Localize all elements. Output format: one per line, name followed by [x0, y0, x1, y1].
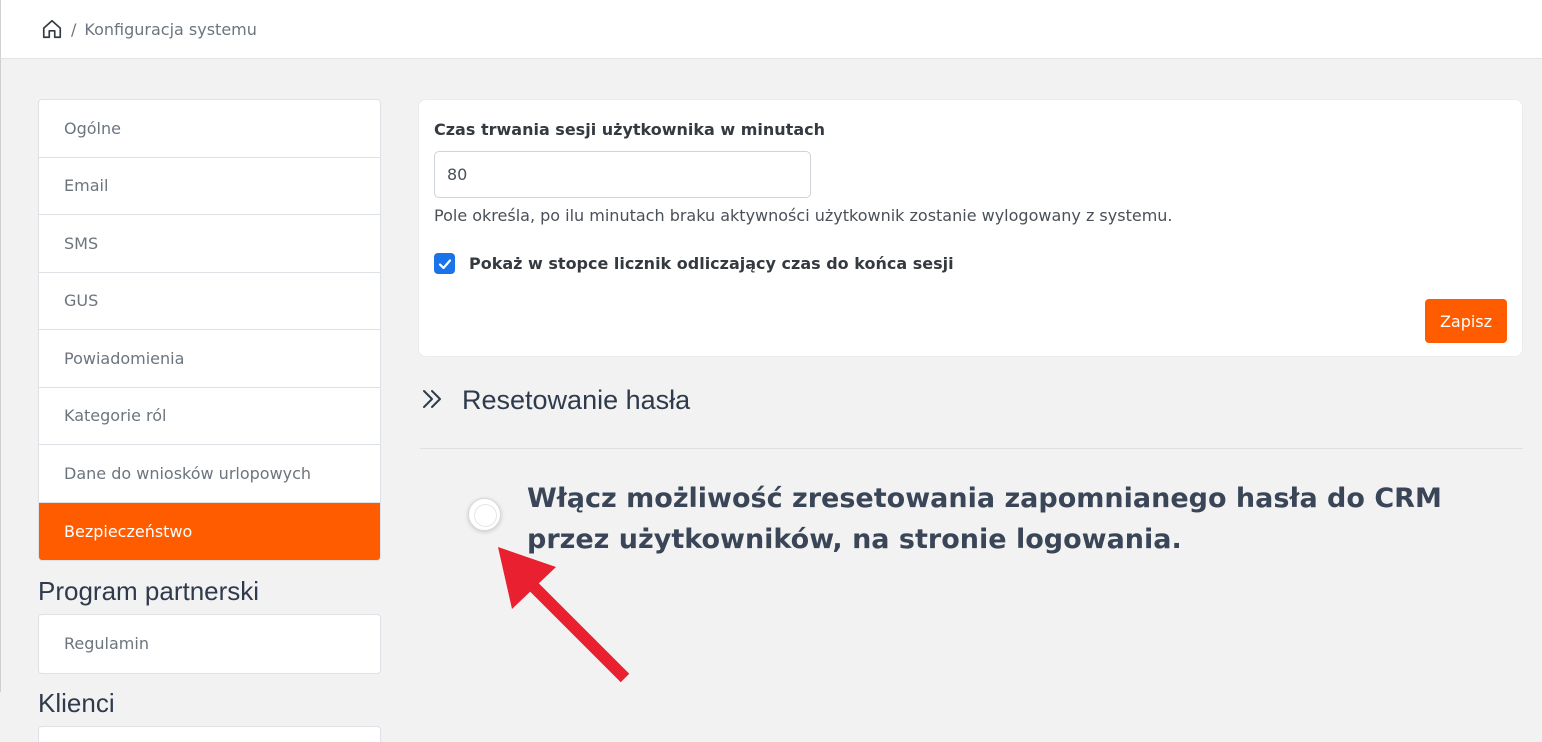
left-border [0, 59, 1, 692]
home-icon[interactable] [41, 18, 63, 40]
sidebar-item-gus[interactable]: GUS [39, 273, 380, 330]
annotation-arrow-icon [498, 547, 630, 683]
session-duration-help: Pole określa, po ilu minutach braku akty… [434, 206, 1173, 225]
clients-heading: Klienci [38, 688, 115, 718]
sidebar-item-security[interactable]: Bezpieczeństwo [39, 502, 380, 560]
reset-password-toggle[interactable] [468, 498, 501, 531]
session-settings-card: Czas trwania sesji użytkownika w minutac… [418, 99, 1523, 357]
breadcrumb-current: Konfiguracja systemu [84, 19, 257, 39]
sidebar-item-role-categories[interactable]: Kategorie ról [39, 388, 380, 445]
settings-menu: Ogólne Email SMS GUS Powiadomienia Kateg… [38, 99, 381, 561]
sidebar-item-sms[interactable]: SMS [39, 215, 380, 273]
countdown-option: Pokaż w stopce licznik odliczający czas … [434, 253, 954, 274]
countdown-label[interactable]: Pokaż w stopce licznik odliczający czas … [469, 254, 954, 273]
save-button[interactable]: Zapisz [1425, 299, 1507, 343]
top-bar: / Konfiguracja systemu [0, 0, 1542, 59]
breadcrumb: / Konfiguracja systemu [41, 18, 257, 40]
reset-password-option-label[interactable]: Włącz możliwość zresetowania zapomnianeg… [527, 478, 1507, 560]
partner-program-heading: Program partnerski [38, 576, 260, 606]
double-chevron-right-icon [420, 388, 444, 414]
session-duration-input[interactable] [434, 151, 811, 198]
partner-menu: Regulamin [38, 614, 381, 674]
reset-password-header: Resetowanie hasła [420, 385, 690, 416]
countdown-checkbox[interactable] [434, 253, 455, 274]
sidebar-item-terms[interactable]: Regulamin [39, 615, 380, 673]
section-divider [420, 448, 1523, 449]
reset-password-title: Resetowanie hasła [462, 385, 691, 415]
sidebar-item-leave-data[interactable]: Dane do wniosków urlopowych [39, 445, 380, 503]
clients-menu [38, 726, 381, 742]
sidebar-item-general[interactable]: Ogólne [39, 100, 380, 158]
sidebar-item-notifications[interactable]: Powiadomienia [39, 330, 380, 388]
breadcrumb-separator: / [71, 19, 77, 39]
sidebar-item-email[interactable]: Email [39, 158, 380, 215]
session-duration-label: Czas trwania sesji użytkownika w minutac… [434, 120, 825, 139]
checkmark-icon [438, 258, 451, 269]
